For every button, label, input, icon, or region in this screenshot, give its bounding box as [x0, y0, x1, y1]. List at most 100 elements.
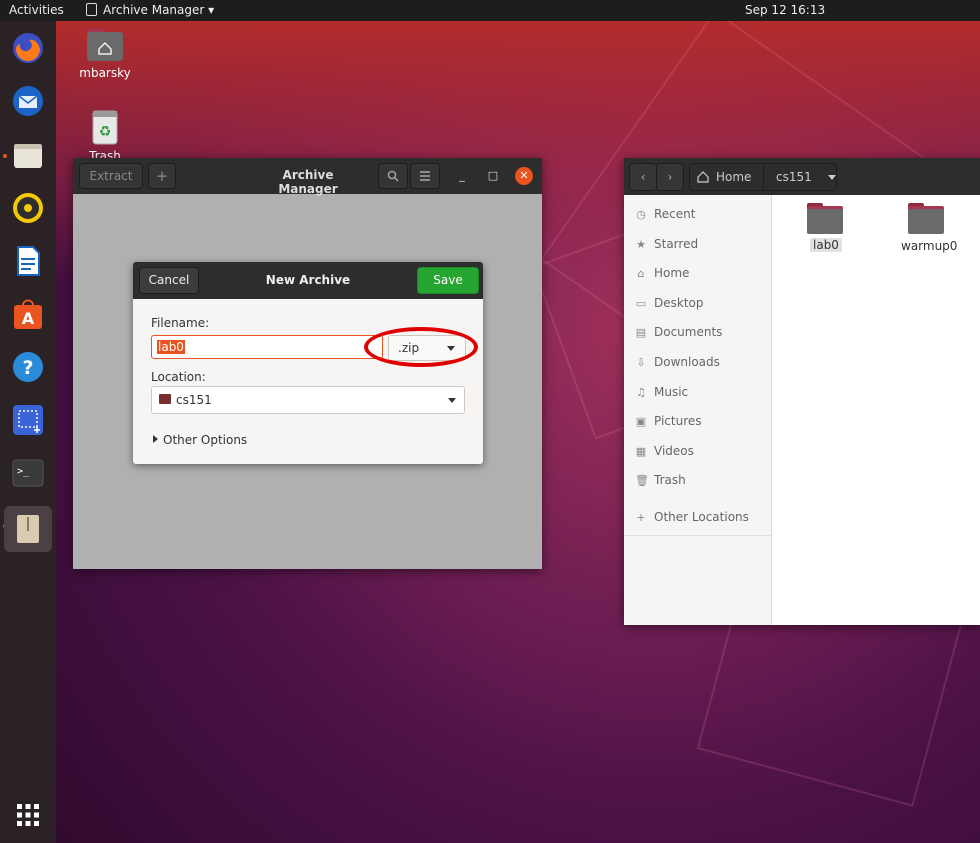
top-bar: Activities Archive Manager ▾ Sep 12 16:1… — [0, 0, 980, 21]
app-menu[interactable]: Archive Manager ▾ — [86, 0, 214, 21]
clock-icon: ◷ — [636, 208, 646, 221]
back-button[interactable]: ‹ — [629, 163, 657, 191]
sidebar-item-label: Recent — [654, 207, 696, 221]
hamburger-icon — [420, 171, 430, 181]
files-icon[interactable] — [9, 136, 47, 174]
extract-label: Extract — [89, 169, 133, 183]
dialog-headerbar: Cancel New Archive Save — [133, 262, 483, 299]
thunderbird-icon[interactable] — [9, 82, 47, 120]
svg-text:>_: >_ — [17, 466, 30, 477]
svg-text:A: A — [22, 309, 35, 328]
sidebar-item-starred[interactable]: ★ Starred — [635, 237, 698, 251]
dialog-title: New Archive — [265, 273, 351, 287]
menu-button[interactable] — [410, 163, 440, 189]
app-menu-label: Archive Manager ▾ — [103, 3, 215, 17]
desktop-icon: ▭ — [635, 297, 647, 310]
sidebar-item-desktop[interactable]: ▭ Desktop — [635, 296, 704, 310]
sidebar-item-other-locations[interactable]: + Other Locations — [635, 510, 749, 524]
expander-arrow-icon — [153, 435, 158, 443]
sidebar-item-label: Pictures — [654, 414, 702, 428]
picture-icon: ▣ — [635, 415, 647, 428]
minimize-button[interactable]: _ — [453, 167, 471, 185]
folder-label: warmup0 — [901, 239, 958, 253]
other-options-label: Other Options — [163, 433, 248, 447]
sidebar-item-label: Documents — [654, 325, 723, 339]
sidebar-item-label: Videos — [654, 444, 694, 458]
add-files-button[interactable]: + — [148, 163, 176, 189]
folder-label: lab0 — [810, 238, 842, 252]
breadcrumb-home[interactable]: Home — [690, 164, 764, 190]
desktop-icon-trash[interactable]: ♻ Trash — [70, 108, 140, 163]
breadcrumb-current-label: cs151 — [776, 170, 812, 184]
document-icon: ▤ — [635, 326, 647, 339]
music-icon: ♫ — [636, 386, 646, 399]
files-sidebar: ◷ Recent ★ Starred ⌂ Home ▭ Desktop ▤ Documen… — [624, 195, 772, 625]
sidebar-item-videos[interactable]: ▦ Videos — [635, 444, 694, 458]
breadcrumb-home-label: Home — [716, 170, 752, 184]
firefox-icon[interactable] — [9, 29, 47, 67]
help-icon[interactable]: ? — [9, 348, 47, 386]
desktop-icon-label: mbarsky — [79, 66, 131, 80]
trash-icon: ♻ — [92, 110, 118, 145]
activities-button[interactable]: Activities — [9, 0, 64, 21]
sidebar-item-home[interactable]: ⌂ Home — [635, 266, 690, 280]
archive-manager-headerbar: Extract + Archive Manager _ □ ✕ — [73, 158, 542, 196]
terminal-icon[interactable]: >_ — [9, 454, 47, 492]
sidebar-item-label: Trash — [654, 473, 686, 487]
location-label: Location: — [151, 370, 206, 384]
extract-button[interactable]: Extract — [79, 163, 143, 189]
show-applications-icon[interactable] — [9, 796, 47, 834]
trash-icon: 🗑 — [635, 474, 649, 487]
sidebar-item-label: Starred — [654, 237, 699, 251]
sidebar-item-label: Desktop — [654, 296, 704, 310]
filename-input[interactable]: lab0 — [151, 335, 383, 359]
libreoffice-writer-icon[interactable] — [9, 242, 47, 280]
archive-app-icon — [86, 3, 97, 16]
sidebar-item-documents[interactable]: ▤ Documents — [635, 325, 723, 339]
sidebar-item-music[interactable]: ♫ Music — [635, 385, 688, 399]
sidebar-item-label: Music — [654, 385, 689, 399]
folder-icon — [807, 203, 843, 234]
screenshot-icon[interactable] — [9, 401, 47, 439]
download-icon: ⇩ — [636, 356, 646, 369]
files-headerbar: ‹ › Home cs151 — [624, 158, 980, 195]
sidebar-item-label: Downloads — [654, 355, 720, 369]
star-icon: ★ — [636, 238, 646, 251]
sidebar-item-pictures[interactable]: ▣ Pictures — [635, 414, 702, 428]
sidebar-separator — [624, 535, 771, 536]
video-icon: ▦ — [635, 445, 647, 458]
search-button[interactable] — [378, 163, 408, 189]
breadcrumb: Home cs151 — [689, 163, 837, 191]
forward-button[interactable]: › — [656, 163, 684, 191]
clock[interactable]: Sep 12 16:13 — [745, 0, 825, 21]
home-icon: ⌂ — [637, 267, 645, 280]
desktop-icon-home[interactable]: mbarsky — [70, 27, 140, 80]
search-icon — [387, 170, 399, 182]
sidebar-item-recent[interactable]: ◷ Recent — [635, 207, 695, 221]
filename-selected-text: lab0 — [157, 340, 185, 354]
close-button[interactable]: ✕ — [515, 167, 533, 185]
other-options-expander[interactable]: Other Options — [153, 433, 248, 447]
window-title: Archive Manager — [278, 168, 338, 196]
cancel-button[interactable]: Cancel — [139, 267, 199, 294]
svg-text:?: ? — [22, 357, 33, 379]
sidebar-item-label: Other Locations — [654, 510, 749, 524]
location-dropdown[interactable]: cs151 — [151, 386, 465, 414]
folder-icon — [908, 203, 944, 234]
location-value: cs151 — [176, 393, 212, 407]
save-button[interactable]: Save — [417, 267, 479, 294]
home-folder-icon — [87, 29, 123, 61]
archive-manager-icon[interactable] — [4, 506, 52, 552]
rhythmbox-icon[interactable] — [9, 189, 47, 227]
sidebar-item-label: Home — [654, 266, 690, 280]
maximize-button[interactable]: □ — [484, 167, 502, 185]
chevron-down-icon — [827, 174, 836, 180]
sidebar-item-downloads[interactable]: ⇩ Downloads — [635, 355, 720, 369]
home-icon — [697, 171, 709, 183]
files-window: ‹ › Home cs151 ◷ Recent ★ Starred ⌂ Home ▭ D… — [624, 158, 980, 625]
running-indicator — [3, 154, 7, 158]
sidebar-item-trash[interactable]: 🗑 Trash — [635, 473, 686, 487]
ubuntu-software-icon[interactable]: A — [9, 295, 47, 333]
add-icon: + — [155, 167, 169, 185]
breadcrumb-current[interactable]: cs151 — [764, 164, 836, 190]
